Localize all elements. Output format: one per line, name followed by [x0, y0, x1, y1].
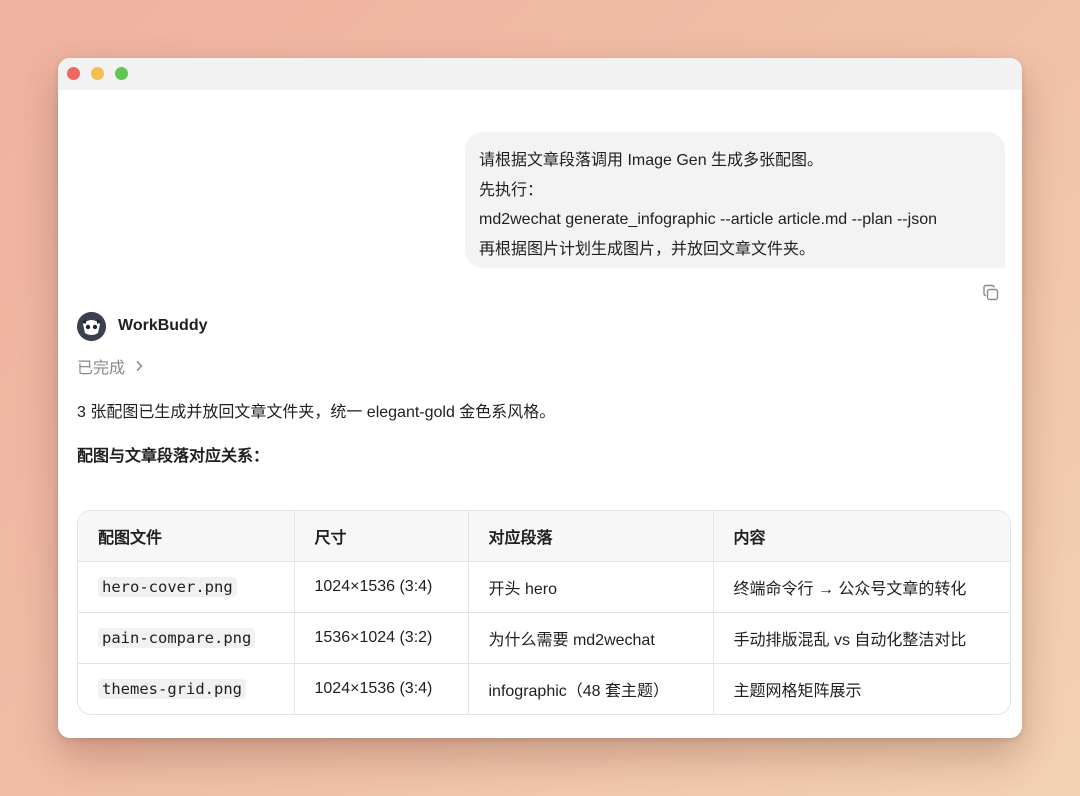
user-message-line: md2wechat generate_infographic --article… [479, 211, 937, 228]
column-header: 内容 [713, 511, 1010, 562]
minimize-window-button[interactable] [91, 67, 104, 80]
table-row: hero-cover.png 1024×1536 (3:4) 开头 hero 终… [78, 561, 1010, 613]
table-cell: 手动排版混乱 vs 自动化整洁对比 [713, 612, 1010, 664]
filename-code: pain-compare.png [98, 627, 256, 648]
status-toggle[interactable]: 已完成 [77, 354, 143, 378]
zoom-window-button[interactable] [115, 67, 128, 80]
user-message-bubble: 请根据文章段落调用 Image Gen 生成多张配图。 先执行： md2wech… [465, 132, 1005, 268]
table-cell: 为什么需要 md2wechat [468, 612, 714, 664]
user-message-line: 先执行： [479, 181, 544, 199]
column-header: 尺寸 [294, 511, 469, 562]
table-row: pain-compare.png 1536×1024 (3:2) 为什么需要 m… [78, 612, 1010, 664]
table-cell: 1536×1024 (3:2) [294, 612, 469, 664]
table-cell: 主题网格矩阵展示 [733, 683, 862, 700]
column-header: 对应段落 [468, 511, 714, 562]
table-header-row: 配图文件 尺寸 对应段落 内容 [78, 511, 1010, 562]
table-row: themes-grid.png 1024×1536 (3:4) infograp… [78, 663, 1010, 714]
filename-code: themes-grid.png [98, 678, 246, 699]
table-cell: 1024×1536 (3:4) [294, 561, 469, 613]
table-cell: infographic（48 套主题） [468, 663, 714, 714]
table-cell: 终端命令行 → 公众号文章的转化 [713, 561, 1010, 613]
assistant-summary: 3 张配图已生成并放回文章文件夹，统一 elegant-gold 金色系风格。 [77, 404, 556, 421]
section-heading: 配图与文章段落对应关系： [77, 448, 270, 465]
chevron-right-icon [136, 360, 143, 372]
status-label: 已完成 [77, 360, 126, 377]
table-cell: 1024×1536 (3:4) [294, 663, 469, 714]
user-message-line: 再根据图片计划生成图片，并放回文章文件夹。 [479, 240, 816, 258]
copy-icon[interactable] [982, 284, 1000, 302]
table-cell-filename: themes-grid.png [78, 663, 295, 714]
close-window-button[interactable] [67, 67, 80, 80]
filename-code: hero-cover.png [98, 576, 237, 597]
table-cell-filename: pain-compare.png [78, 612, 295, 664]
column-header: 配图文件 [78, 511, 295, 562]
table-cell: 开头 hero [468, 561, 714, 613]
assistant-header: WorkBuddy [77, 311, 207, 341]
assistant-name: WorkBuddy [118, 317, 208, 334]
user-message-line: 请根据文章段落调用 Image Gen 生成多张配图。 [479, 152, 824, 169]
table-cell-filename: hero-cover.png [78, 561, 295, 613]
avatar-icon [77, 311, 106, 341]
title-bar [58, 58, 1022, 90]
mapping-table: 配图文件 尺寸 对应段落 内容 hero-cover.png 1024×1536… [77, 510, 1011, 715]
app-window: 请根据文章段落调用 Image Gen 生成多张配图。 先执行： md2wech… [58, 58, 1022, 738]
